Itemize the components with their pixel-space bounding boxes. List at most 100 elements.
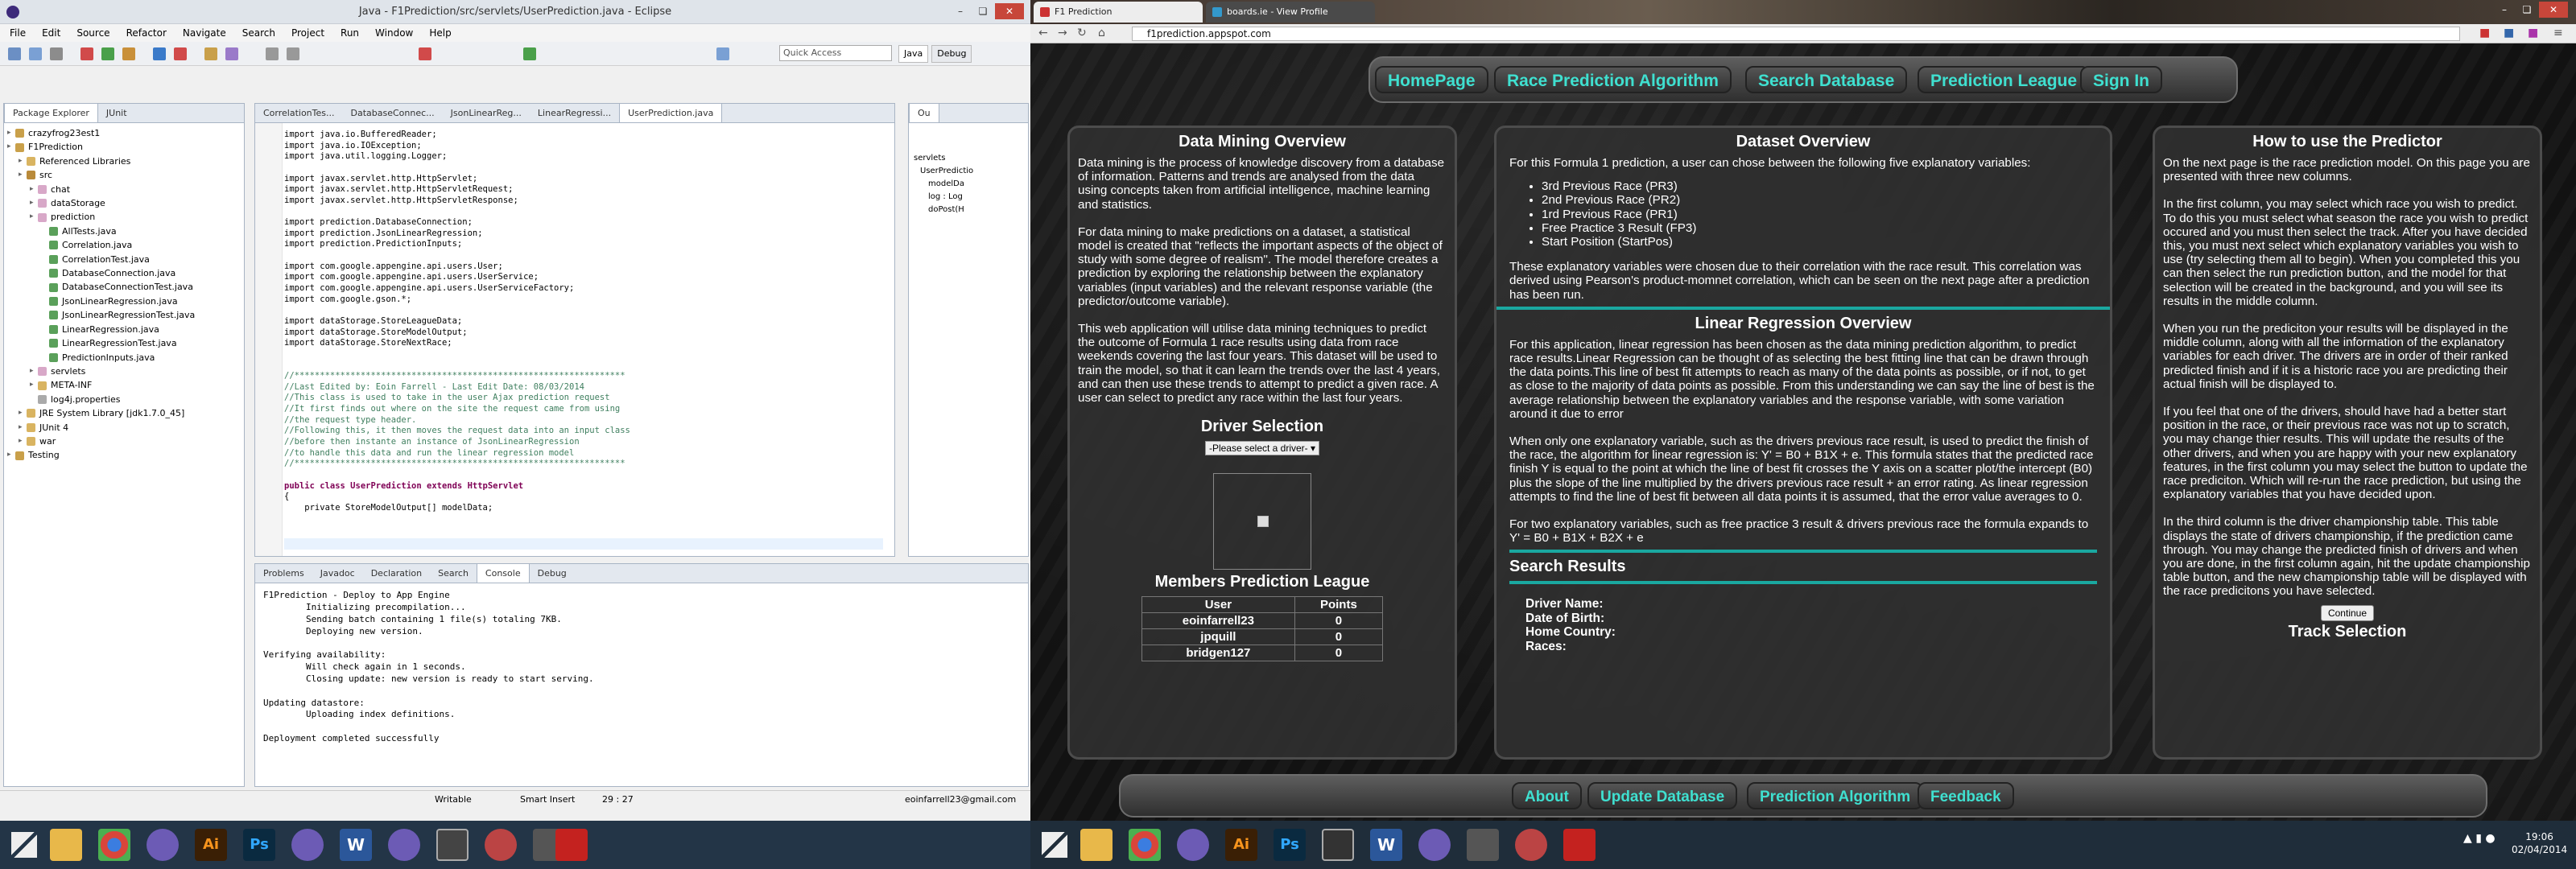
menu-source[interactable]: Source bbox=[76, 24, 109, 42]
new-icon[interactable] bbox=[8, 47, 21, 60]
minimize-icon[interactable]: – bbox=[2494, 2, 2515, 18]
eclipse-icon[interactable] bbox=[388, 829, 420, 861]
expand-arrow-icon[interactable]: ▸ bbox=[30, 183, 38, 196]
tree-item[interactable]: ▸ war bbox=[7, 434, 195, 448]
console-tab[interactable]: Console bbox=[476, 564, 530, 583]
tree-item[interactable]: PredictionInputs.java bbox=[7, 351, 195, 364]
extension-icon[interactable]: ■ bbox=[2528, 27, 2538, 39]
console-tab[interactable]: Declaration bbox=[363, 564, 430, 583]
tree-item[interactable]: ▸ dataStorage bbox=[7, 196, 195, 210]
extension-icon[interactable]: ■ bbox=[2504, 27, 2514, 39]
maximize-icon[interactable]: ❏ bbox=[972, 3, 993, 19]
console-tab[interactable]: Problems bbox=[255, 564, 312, 583]
code-text[interactable]: import java.io.BufferedReader; import jav… bbox=[284, 130, 630, 513]
expand-arrow-icon[interactable]: ▸ bbox=[30, 364, 38, 378]
print-icon[interactable] bbox=[50, 47, 63, 60]
tree-item[interactable]: CorrelationTest.java bbox=[7, 253, 195, 266]
acrobat-icon[interactable] bbox=[555, 829, 588, 861]
eclipse-icon[interactable] bbox=[1177, 829, 1209, 861]
nav-prediction-league[interactable]: Prediction League bbox=[1918, 66, 2091, 93]
close-icon[interactable]: ✕ bbox=[995, 3, 1024, 19]
tree-item[interactable]: ▸ JRE System Library [jdk1.7.0_45] bbox=[7, 406, 195, 420]
console-tab[interactable]: Search bbox=[430, 564, 477, 583]
tree-item[interactable]: ▸ META-INF bbox=[7, 378, 195, 392]
eclipse-icon[interactable] bbox=[1418, 829, 1451, 861]
tree-item[interactable]: ▸ JUnit 4 bbox=[7, 421, 195, 434]
tab-outline[interactable]: Ou bbox=[909, 104, 939, 122]
outline-item[interactable]: modelDa bbox=[914, 178, 973, 191]
run-icon[interactable] bbox=[101, 47, 114, 60]
app-icon[interactable] bbox=[485, 829, 517, 861]
file-explorer-icon[interactable] bbox=[50, 829, 82, 861]
tree-item[interactable]: JsonLinearRegression.java bbox=[7, 294, 195, 308]
illustrator-icon[interactable]: Ai bbox=[1225, 829, 1257, 861]
nav-race-prediction-algorithm[interactable]: Race Prediction Algorithm bbox=[1494, 66, 1732, 93]
nav-homepage[interactable]: HomePage bbox=[1375, 66, 1488, 93]
illustrator-icon[interactable]: Ai bbox=[195, 829, 227, 861]
menu-help[interactable]: Help bbox=[429, 24, 451, 42]
deploy-icon[interactable] bbox=[174, 47, 187, 60]
tree-item[interactable]: LinearRegressionTest.java bbox=[7, 336, 195, 350]
nav-prediction-algorithm[interactable]: Prediction Algorithm bbox=[1747, 782, 1924, 809]
windows-start-icon[interactable] bbox=[1042, 832, 1067, 858]
tree-item[interactable]: ▸ servlets bbox=[7, 364, 195, 378]
tree-item[interactable]: ▸ Referenced Libraries bbox=[7, 154, 195, 168]
app-icon[interactable] bbox=[1467, 829, 1499, 861]
nav-feedback[interactable]: Feedback bbox=[1918, 782, 2014, 809]
back-icon[interactable] bbox=[266, 47, 279, 60]
tree-item[interactable]: ▸ Testing bbox=[7, 448, 195, 462]
menu-search[interactable]: Search bbox=[242, 24, 275, 42]
editor-tab[interactable]: JsonLinearReg... bbox=[443, 104, 530, 122]
forward-icon[interactable] bbox=[287, 47, 299, 60]
driver-select[interactable]: -Please select a driver- ▾ bbox=[1204, 441, 1320, 456]
google-icon[interactable] bbox=[153, 47, 166, 60]
expand-arrow-icon[interactable]: ▸ bbox=[19, 434, 27, 448]
eclipse-icon[interactable] bbox=[147, 829, 179, 861]
console-tab[interactable]: Debug bbox=[530, 564, 575, 583]
tray-icons[interactable]: ▲ ▮ ● bbox=[2463, 832, 2496, 845]
app-icon[interactable] bbox=[1515, 829, 1547, 861]
editor-tab[interactable]: DatabaseConnec... bbox=[343, 104, 443, 122]
console-output[interactable]: F1Prediction - Deploy to App Engine Init… bbox=[263, 590, 594, 745]
outline-item[interactable]: doPost(H bbox=[914, 204, 973, 216]
word-icon[interactable]: W bbox=[1370, 829, 1402, 861]
outline-item[interactable]: UserPredictio bbox=[914, 165, 973, 178]
acrobat-icon[interactable] bbox=[1563, 829, 1596, 861]
tree-item[interactable]: LinearRegression.java bbox=[7, 323, 195, 336]
expand-arrow-icon[interactable]: ▸ bbox=[19, 168, 27, 182]
menu-window[interactable]: Window bbox=[375, 24, 413, 42]
save-icon[interactable] bbox=[29, 47, 42, 60]
maximize-icon[interactable]: ❏ bbox=[2516, 2, 2537, 18]
expand-arrow-icon[interactable]: ▸ bbox=[30, 210, 38, 224]
quick-access-input[interactable]: Quick Access bbox=[779, 45, 892, 61]
media-player-icon[interactable] bbox=[436, 829, 469, 861]
chrome-icon[interactable] bbox=[1129, 829, 1161, 861]
menu-file[interactable]: File bbox=[10, 24, 26, 42]
chrome-icon[interactable] bbox=[98, 829, 130, 861]
expand-arrow-icon[interactable]: ▸ bbox=[7, 140, 15, 154]
tree-item[interactable]: JsonLinearRegressionTest.java bbox=[7, 308, 195, 322]
tree-item[interactable]: AllTests.java bbox=[7, 224, 195, 238]
back-icon[interactable]: ← bbox=[1038, 27, 1048, 39]
tab-package-explorer[interactable]: Package Explorer bbox=[4, 104, 98, 122]
expand-arrow-icon[interactable]: ▸ bbox=[7, 448, 15, 462]
tree-item[interactable]: ▸ chat bbox=[7, 183, 195, 196]
extension-icon[interactable]: ■ bbox=[2479, 27, 2490, 39]
photoshop-icon[interactable]: Ps bbox=[1274, 829, 1306, 861]
windows-start-icon[interactable] bbox=[11, 832, 37, 858]
perspective-debug[interactable]: Debug bbox=[931, 45, 972, 63]
tree-item[interactable]: DatabaseConnection.java bbox=[7, 266, 195, 280]
close-icon[interactable]: ✕ bbox=[2539, 2, 2568, 18]
tree-item[interactable]: ▸ src bbox=[7, 168, 195, 182]
terminate-icon[interactable] bbox=[419, 47, 431, 60]
menu-refactor[interactable]: Refactor bbox=[126, 24, 167, 42]
console-tab[interactable]: Javadoc bbox=[312, 564, 363, 583]
external-tools-icon[interactable] bbox=[122, 47, 135, 60]
debug-icon[interactable] bbox=[80, 47, 93, 60]
calendar-icon[interactable] bbox=[1322, 829, 1354, 861]
tree-item[interactable]: ▸ F1Prediction bbox=[7, 140, 195, 154]
forward-icon[interactable]: → bbox=[1058, 27, 1067, 39]
menu-icon[interactable]: ≡ bbox=[2553, 27, 2563, 39]
address-bar[interactable]: f1prediction.appspot.com bbox=[1132, 27, 2460, 41]
open-type-icon[interactable] bbox=[204, 47, 217, 60]
